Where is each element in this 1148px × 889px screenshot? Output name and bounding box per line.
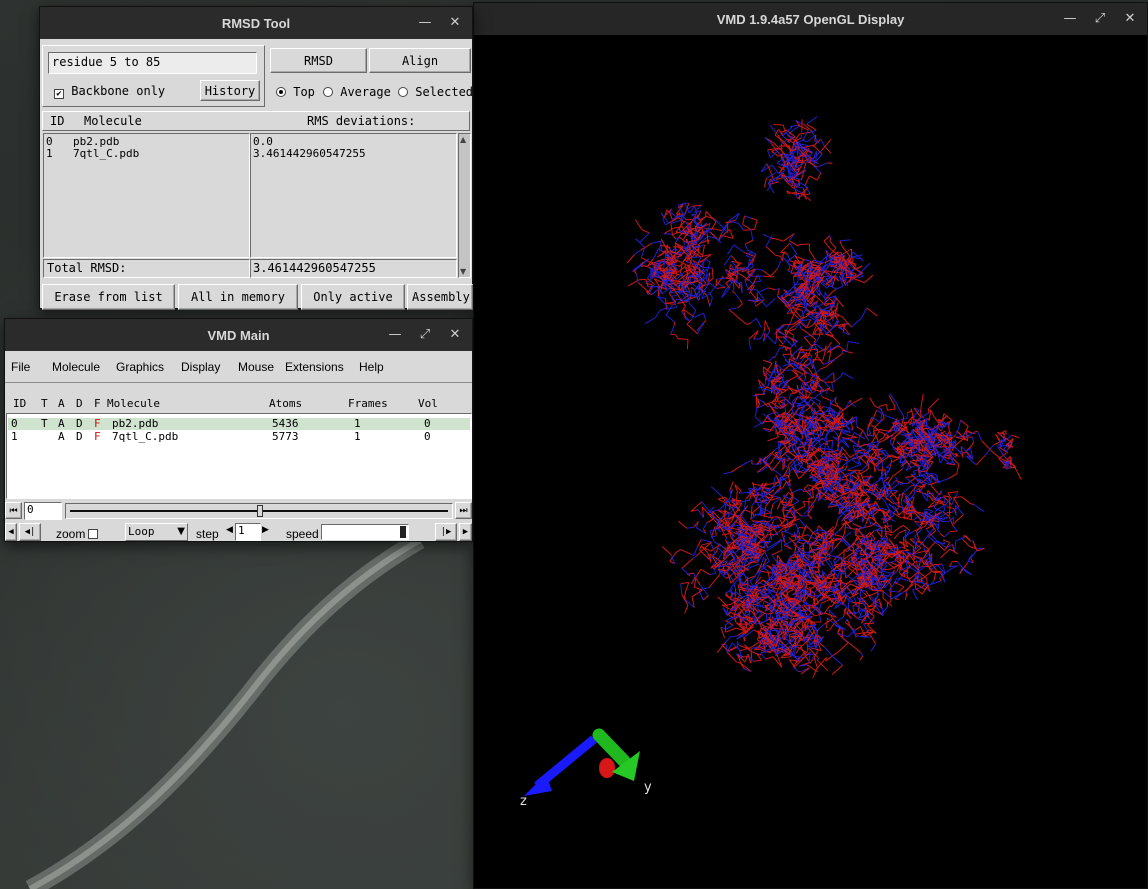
opengl-window-title: VMD 1.9.4a57 OpenGL Display bbox=[716, 11, 905, 27]
opengl-titlebar[interactable]: VMD 1.9.4a57 OpenGL Display — ⤢ ✕ bbox=[474, 3, 1147, 35]
maximize-icon[interactable]: ⤢ bbox=[1089, 9, 1111, 29]
opengl-display-window[interactable]: VMD 1.9.4a57 OpenGL Display — ⤢ ✕ z y bbox=[473, 2, 1148, 889]
minimize-icon[interactable]: — bbox=[1059, 9, 1081, 29]
wallpaper-road bbox=[25, 540, 425, 889]
close-icon[interactable]: ✕ bbox=[1119, 9, 1141, 29]
opengl-canvas[interactable]: z y bbox=[474, 39, 1147, 888]
